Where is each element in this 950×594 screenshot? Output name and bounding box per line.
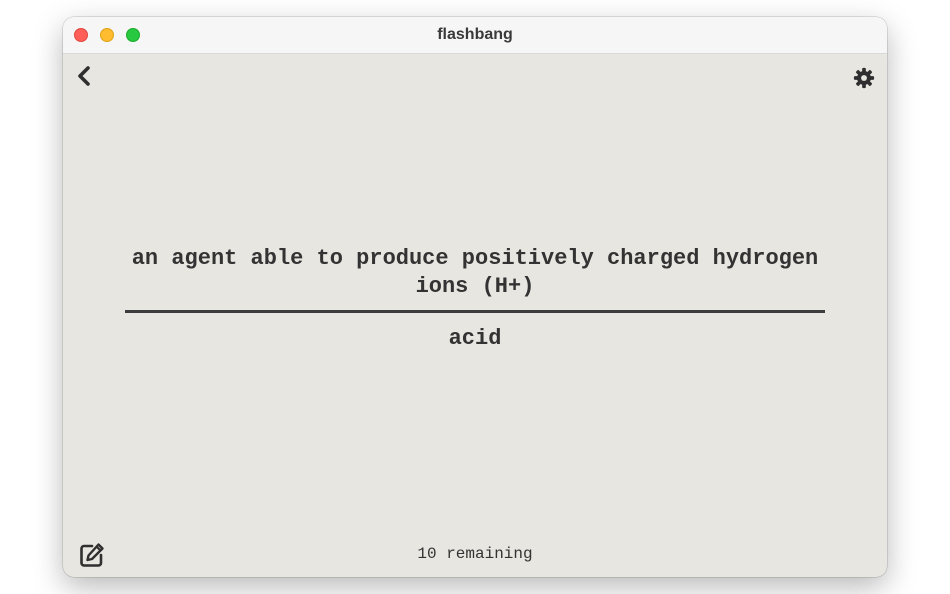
remaining-count: 10 remaining [417,545,533,563]
settings-button[interactable] [852,66,876,90]
title-bar[interactable]: flashbang [63,17,887,54]
card-question: an agent able to produce positively char… [131,246,819,299]
card-answer: acid [448,326,502,351]
card-divider [125,310,825,313]
back-button[interactable] [73,65,95,87]
gear-icon [853,67,875,89]
app-window: flashbang an agent able to produce posit… [63,17,887,577]
window-title: flashbang [437,26,513,43]
flashcard[interactable]: an agent able to produce positively char… [125,245,825,353]
chevron-left-icon [78,66,90,86]
